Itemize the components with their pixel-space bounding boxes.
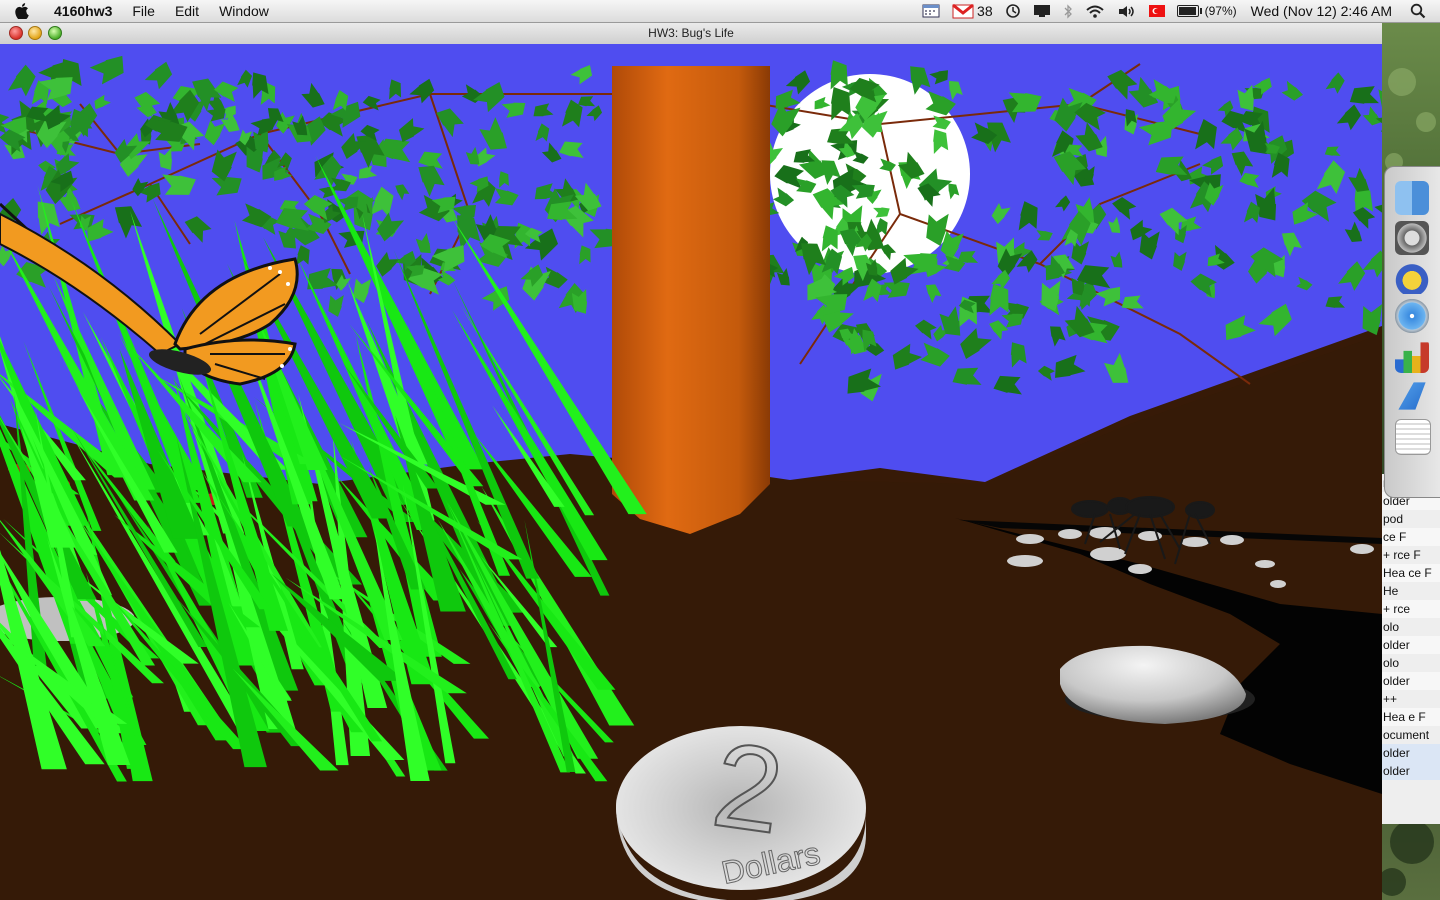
gmail-notifier[interactable]: 38 — [952, 3, 993, 19]
file-menu[interactable]: File — [132, 3, 155, 19]
tree-trunk — [612, 66, 770, 534]
calendar-status-icon[interactable] — [922, 4, 940, 18]
apple-menu-icon[interactable] — [14, 3, 30, 19]
display-mirroring-icon[interactable] — [1033, 4, 1051, 18]
window-menu[interactable]: Window — [219, 3, 269, 19]
safari-icon[interactable] — [1395, 299, 1429, 333]
wifi-icon[interactable] — [1085, 4, 1105, 19]
vlc-icon[interactable] — [1395, 260, 1429, 294]
volume-icon[interactable] — [1117, 4, 1137, 19]
app-window: HW3: Bug's Life 2 Dollars — [0, 22, 1382, 900]
close-button[interactable] — [9, 26, 23, 40]
finder-list-window: nd older pod ce F + rce F Hea ce F He + … — [1380, 474, 1440, 824]
list-item[interactable]: Hea e F — [1381, 708, 1440, 726]
edit-menu[interactable]: Edit — [175, 3, 199, 19]
gmail-icon — [952, 3, 974, 18]
list-item[interactable]: ce F — [1381, 528, 1440, 546]
list-item[interactable]: Hea ce F — [1381, 564, 1440, 582]
battery-status[interactable]: (97%) — [1176, 4, 1237, 18]
app-menu[interactable]: 4160hw3 — [54, 3, 112, 19]
list-item[interactable]: ocument — [1381, 726, 1440, 744]
list-item[interactable]: older — [1381, 762, 1440, 780]
preview-icon[interactable] — [1395, 419, 1431, 455]
window-title: HW3: Bug's Life — [648, 26, 734, 40]
list-item[interactable]: older — [1381, 744, 1440, 762]
finder-icon[interactable] — [1395, 181, 1429, 215]
dock — [1384, 166, 1440, 498]
chart-icon[interactable] — [1395, 342, 1429, 373]
list-item[interactable]: olo — [1381, 654, 1440, 672]
system-preferences-icon[interactable] — [1395, 221, 1429, 255]
minimize-button[interactable] — [28, 26, 42, 40]
list-item[interactable]: olo — [1381, 618, 1440, 636]
list-item[interactable]: pod — [1381, 510, 1440, 528]
battery-icon — [1176, 5, 1202, 17]
list-item[interactable]: He — [1381, 582, 1440, 600]
menu-clock[interactable]: Wed (Nov 12) 2:46 AM — [1251, 3, 1392, 19]
list-item[interactable]: older — [1381, 636, 1440, 654]
menu-bar: 4160hw3 File Edit Window 38 (97%) Wed (N… — [0, 0, 1440, 23]
xcode-icon[interactable] — [1398, 382, 1426, 410]
list-item[interactable]: older — [1381, 672, 1440, 690]
mail-count: 38 — [977, 3, 993, 19]
bluetooth-icon[interactable] — [1063, 3, 1073, 19]
input-source-flag-icon[interactable] — [1148, 5, 1165, 17]
list-item[interactable]: ++ — [1381, 690, 1440, 708]
list-item[interactable]: + rce — [1381, 600, 1440, 618]
list-item[interactable]: + rce F — [1381, 546, 1440, 564]
battery-percent: (97%) — [1204, 4, 1237, 18]
time-machine-icon[interactable] — [1005, 3, 1021, 19]
spotlight-search-icon[interactable] — [1410, 3, 1426, 19]
zoom-button[interactable] — [48, 26, 62, 40]
window-title-bar[interactable]: HW3: Bug's Life — [0, 22, 1382, 45]
opengl-scene[interactable]: 2 Dollars — [0, 44, 1382, 900]
